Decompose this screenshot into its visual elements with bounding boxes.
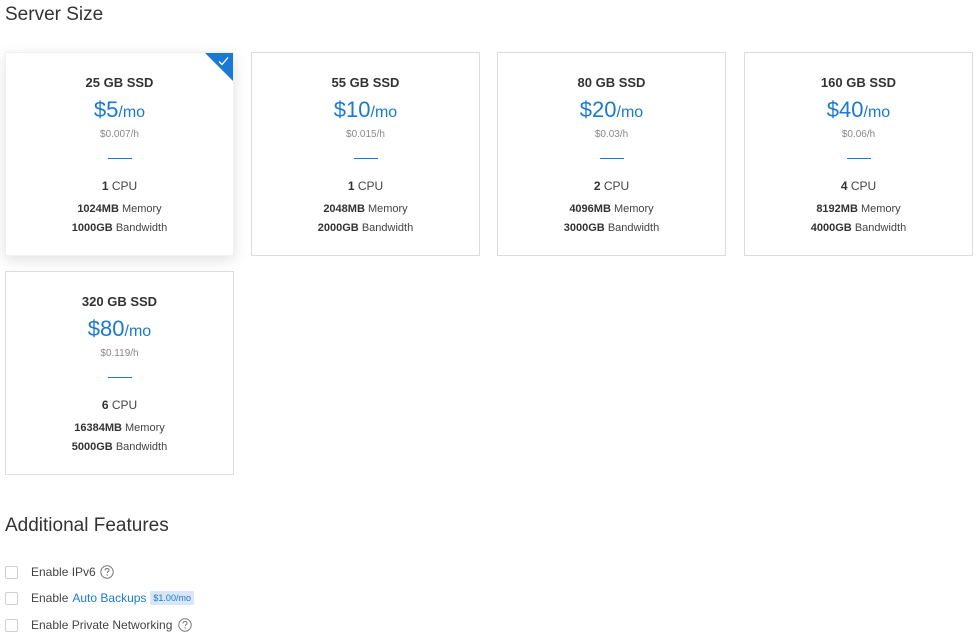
plan-memory: 2048MB Memory [323,203,408,215]
plan-divider [846,158,871,159]
private-networking-label: Enable Private Networking [31,618,173,632]
plan-ssd: 80 GB SSD [577,75,646,90]
plan-price: $20/mo [579,97,644,122]
plan-price: $10/mo [333,97,398,122]
plan-memory: 4096MB Memory [569,203,654,215]
auto-backups-label: Enable [31,591,69,605]
feature-private-networking: Enable Private Networking [5,617,193,633]
auto-backups-checkbox[interactable] [5,591,18,605]
plan-ssd: 160 GB SSD [820,75,897,90]
plan-bandwidth: 1000GB Bandwidth [71,222,168,234]
auto-backups-price-badge: $1.00/mo [150,591,194,605]
auto-backups-link[interactable]: Auto Backups [72,591,146,605]
plan-card-80gb[interactable]: 80 GB SSD $20/mo $0.03/h 2 CPU 4096MB Me… [497,52,726,256]
plan-hourly-price: $0.06/h [841,129,876,140]
plan-card-160gb[interactable]: 160 GB SSD $40/mo $0.06/h 4 CPU 8192MB M… [744,52,973,256]
plan-bandwidth: 3000GB Bandwidth [563,222,660,234]
plan-divider [599,158,624,159]
checkmark-icon [218,57,229,66]
plan-hourly-price: $0.03/h [594,129,629,140]
plan-memory: 8192MB Memory [816,203,901,215]
plan-hourly-price: $0.015/h [346,129,385,140]
plan-card-320gb[interactable]: 320 GB SSD $80/mo $0.119/h 6 CPU 16384MB… [5,271,234,475]
plan-divider [353,158,378,159]
private-networking-checkbox[interactable] [5,618,18,632]
plan-memory: 16384MB Memory [74,422,165,434]
plan-divider [107,158,132,159]
plan-hourly-price: $0.119/h [100,348,139,359]
plan-price: $5/mo [93,97,146,122]
question-circle-icon[interactable] [100,565,114,579]
plan-ssd: 25 GB SSD [85,75,154,90]
question-circle-icon[interactable] [178,618,193,632]
plan-cpu: 1 CPU [101,179,138,193]
plan-divider [107,377,132,378]
ipv6-label: Enable IPv6 [31,565,96,579]
plan-cpu: 2 CPU [593,179,630,193]
plan-cpu: 4 CPU [840,179,877,193]
plan-price: $80/mo [87,316,152,341]
plan-cpu: 6 CPU [101,398,138,412]
feature-auto-backups: Enable Auto Backups $1.00/mo [5,590,194,606]
plan-cpu: 1 CPU [347,179,384,193]
plan-hourly-price: $0.007/h [100,129,139,140]
plan-ssd: 320 GB SSD [81,294,158,309]
additional-features-title: Additional Features [5,515,169,536]
plan-memory: 1024MB Memory [77,203,162,215]
feature-ipv6: Enable IPv6 [5,564,114,580]
plan-bandwidth: 5000GB Bandwidth [71,441,168,453]
ipv6-checkbox[interactable] [5,565,18,579]
plan-price: $40/mo [826,97,891,122]
plan-card-55gb[interactable]: 55 GB SSD $10/mo $0.015/h 1 CPU 2048MB M… [251,52,480,256]
plan-bandwidth: 2000GB Bandwidth [317,222,414,234]
plan-card-25gb[interactable]: 25 GB SSD $5/mo $0.007/h 1 CPU 1024MB Me… [5,52,234,256]
server-size-title: Server Size [5,4,104,25]
plan-ssd: 55 GB SSD [331,75,400,90]
plan-bandwidth: 4000GB Bandwidth [810,222,907,234]
